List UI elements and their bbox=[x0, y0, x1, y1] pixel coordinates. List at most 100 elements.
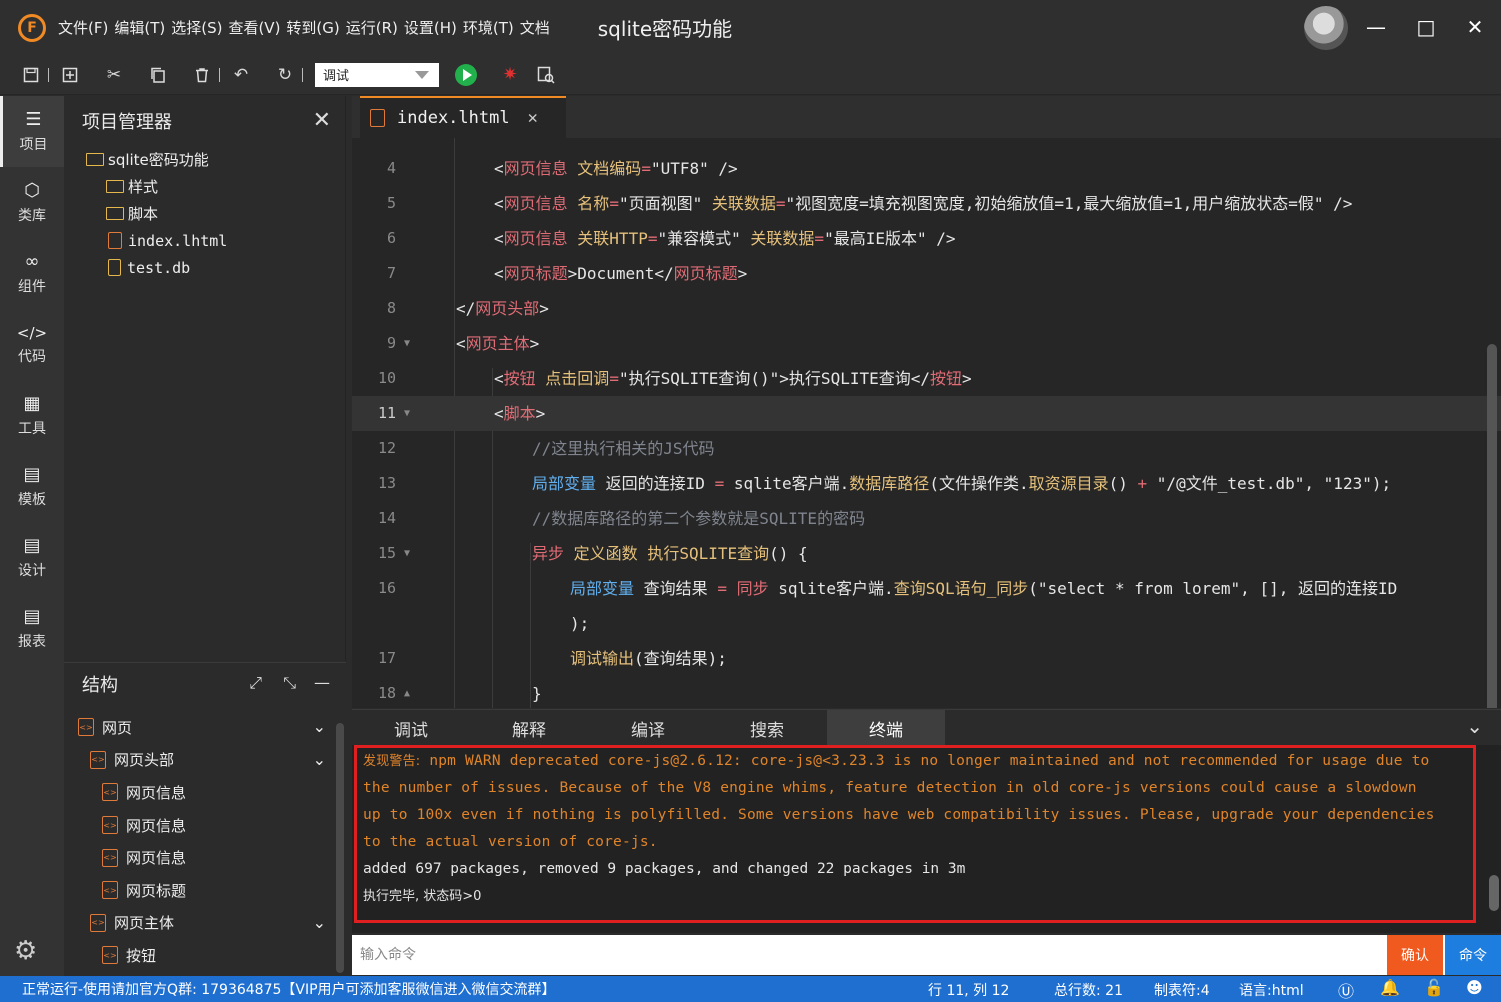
confirm-button[interactable]: 确认 bbox=[1387, 935, 1443, 975]
tree-folder-styles[interactable]: 样式 bbox=[64, 173, 345, 200]
activity-templates[interactable]: ▤ 模板 bbox=[0, 451, 64, 522]
menu-view[interactable]: 查看(V) bbox=[228, 17, 280, 38]
run-mode-select[interactable]: 调试 bbox=[315, 62, 439, 87]
tree-root-folder[interactable]: sqlite密码功能 bbox=[64, 146, 345, 173]
structure-node[interactable]: <> 网页信息 bbox=[64, 841, 346, 874]
structure-node[interactable]: <> 网页信息 bbox=[64, 776, 346, 809]
menu-run[interactable]: 运行(R) bbox=[346, 17, 398, 38]
activity-label: 设计 bbox=[18, 563, 46, 579]
code-editor[interactable]: 4 <网页信息 文档编码="UTF8" /> 5 <网页信息 名称="页面视图"… bbox=[352, 138, 1501, 708]
structure-node[interactable]: <> 网页主体 ⌄ bbox=[64, 907, 346, 940]
structure-node[interactable]: <> 网页头部 ⌄ bbox=[64, 744, 346, 777]
activity-design[interactable]: ▤ 设计 bbox=[0, 522, 64, 593]
panel-title: 项目管理器 bbox=[82, 112, 172, 133]
expand-icon[interactable]: ⤢ bbox=[249, 673, 262, 693]
chevron-down-icon[interactable]: ⌄ bbox=[313, 913, 326, 932]
report-icon: ▤ bbox=[23, 606, 41, 627]
code-line: 10 <按钮 点击回调="执行SQLITE查询()">执行SQLITE查询</按… bbox=[352, 361, 1501, 396]
tree-file-index[interactable]: index.lhtml bbox=[64, 227, 345, 254]
chevron-down-icon[interactable]: ⌄ bbox=[1466, 714, 1483, 738]
scrollbar[interactable] bbox=[1489, 875, 1499, 911]
chevron-down-icon[interactable]: ⌄ bbox=[313, 750, 326, 769]
gear-icon[interactable]: ⚙ bbox=[14, 936, 37, 966]
tab-compile[interactable]: 编译 bbox=[589, 710, 707, 746]
unlock-icon[interactable]: 🔓 bbox=[1424, 978, 1444, 997]
code-text: <脚本> bbox=[494, 404, 546, 423]
menu-file[interactable]: 文件(F) bbox=[58, 17, 108, 38]
structure-node[interactable]: <> 按钮 bbox=[64, 939, 346, 972]
structure-label: 网页 bbox=[102, 718, 133, 737]
collapse-icon[interactable]: ⤡ bbox=[283, 673, 296, 693]
tab-terminal[interactable]: 终端 bbox=[827, 710, 945, 746]
menu-settings[interactable]: 设置(H) bbox=[404, 17, 457, 38]
code-line: 8 </网页头部> bbox=[352, 291, 1501, 326]
run-icon[interactable] bbox=[455, 63, 477, 86]
minimize-panel-icon[interactable]: — bbox=[314, 673, 330, 692]
terminal-line: up to 100x even if nothing is polyfilled… bbox=[363, 807, 1435, 823]
structure-node[interactable]: <> 网页标题 bbox=[64, 874, 346, 907]
scrollbar[interactable] bbox=[1487, 344, 1497, 708]
cut-icon[interactable]: ✂ bbox=[101, 62, 127, 88]
code-line: 17 调试输出(查询结果); bbox=[352, 641, 1501, 676]
activity-project[interactable]: ☰ 项目 bbox=[0, 96, 64, 167]
bell-icon[interactable]: 🔔 bbox=[1380, 978, 1400, 997]
tab-debug[interactable]: 调试 bbox=[352, 710, 470, 746]
line-number: 13 bbox=[377, 474, 396, 492]
lhtml-file-icon bbox=[370, 109, 385, 127]
toolbar-divider bbox=[48, 67, 49, 82]
save-icon[interactable] bbox=[18, 62, 44, 88]
app-logo-icon: F bbox=[18, 13, 46, 42]
tab-search[interactable]: 搜索 bbox=[708, 710, 826, 746]
new-file-icon[interactable] bbox=[57, 62, 83, 88]
menu-docs[interactable]: 文档 bbox=[520, 17, 550, 38]
debug-bug-icon[interactable]: ✷ bbox=[497, 62, 523, 88]
project-manager-panel: 项目管理器 ✕ sqlite密码功能 样式 脚本 index.lhtml tes… bbox=[64, 96, 346, 661]
menu-edit[interactable]: 编辑(T) bbox=[114, 17, 165, 38]
line-number: 11 ▼ bbox=[352, 396, 412, 431]
chevron-down-icon bbox=[415, 70, 429, 79]
activity-label: 项目 bbox=[19, 137, 48, 153]
menu-environment[interactable]: 环境(T) bbox=[463, 17, 514, 38]
avatar[interactable] bbox=[1304, 6, 1348, 50]
activity-reports[interactable]: ▤ 报表 bbox=[0, 593, 64, 664]
tab-size[interactable]: 制表符:4 bbox=[1154, 980, 1210, 1000]
user-icon[interactable]: ☻ bbox=[1466, 978, 1483, 997]
code-text: <网页主体> bbox=[456, 334, 540, 353]
menu-select[interactable]: 选择(S) bbox=[171, 17, 222, 38]
command-input[interactable] bbox=[360, 941, 1370, 969]
activity-components[interactable]: ∞ 组件 bbox=[0, 238, 64, 309]
activity-library[interactable]: ⬡ 类库 bbox=[0, 167, 64, 238]
language-mode[interactable]: 语言:html bbox=[1239, 980, 1304, 1000]
close-icon[interactable]: ✕ bbox=[313, 108, 331, 133]
panel-header: 项目管理器 ✕ bbox=[64, 96, 345, 146]
total-lines: 总行数: 21 bbox=[1054, 983, 1123, 999]
warn-label: 发现警告: bbox=[363, 754, 421, 769]
close-icon[interactable]: ✕ bbox=[528, 108, 538, 128]
activity-code[interactable]: </> 代码 bbox=[0, 309, 64, 380]
preview-icon[interactable] bbox=[533, 62, 559, 88]
cube-icon: ⬡ bbox=[24, 180, 40, 201]
command-button[interactable]: 命令 bbox=[1445, 935, 1501, 975]
menu-goto[interactable]: 转到(G) bbox=[286, 17, 339, 38]
cursor-position[interactable]: 行 11, 列 12 bbox=[928, 980, 1009, 1000]
scrollbar[interactable] bbox=[336, 723, 344, 973]
panel-header: 结构 ⤢ ⤡ — bbox=[64, 663, 346, 705]
minimize-icon[interactable]: — bbox=[1363, 14, 1389, 40]
structure-node[interactable]: <> 网页 ⌄ bbox=[64, 711, 346, 744]
element-icon: <> bbox=[90, 750, 106, 769]
chevron-down-icon[interactable]: ⌄ bbox=[313, 717, 326, 736]
close-window-icon[interactable]: ✕ bbox=[1462, 14, 1488, 40]
copy-icon[interactable] bbox=[145, 62, 171, 88]
redo-icon[interactable]: ↻ bbox=[272, 62, 298, 88]
activity-tools[interactable]: ▦ 工具 bbox=[0, 380, 64, 451]
structure-node[interactable]: <> 网页信息 bbox=[64, 809, 346, 842]
dollar-icon[interactable]: Ⓤ bbox=[1338, 978, 1354, 1002]
undo-icon[interactable]: ↶ bbox=[228, 62, 254, 88]
delete-icon[interactable] bbox=[189, 62, 215, 88]
element-icon: <> bbox=[102, 946, 118, 965]
maximize-icon[interactable]: □ bbox=[1413, 14, 1439, 40]
tab-index-lhtml[interactable]: index.lhtml ✕ bbox=[360, 96, 566, 138]
tab-interpret[interactable]: 解释 bbox=[470, 710, 588, 746]
tree-folder-scripts[interactable]: 脚本 bbox=[64, 200, 345, 227]
tree-file-db[interactable]: test.db bbox=[64, 254, 345, 281]
